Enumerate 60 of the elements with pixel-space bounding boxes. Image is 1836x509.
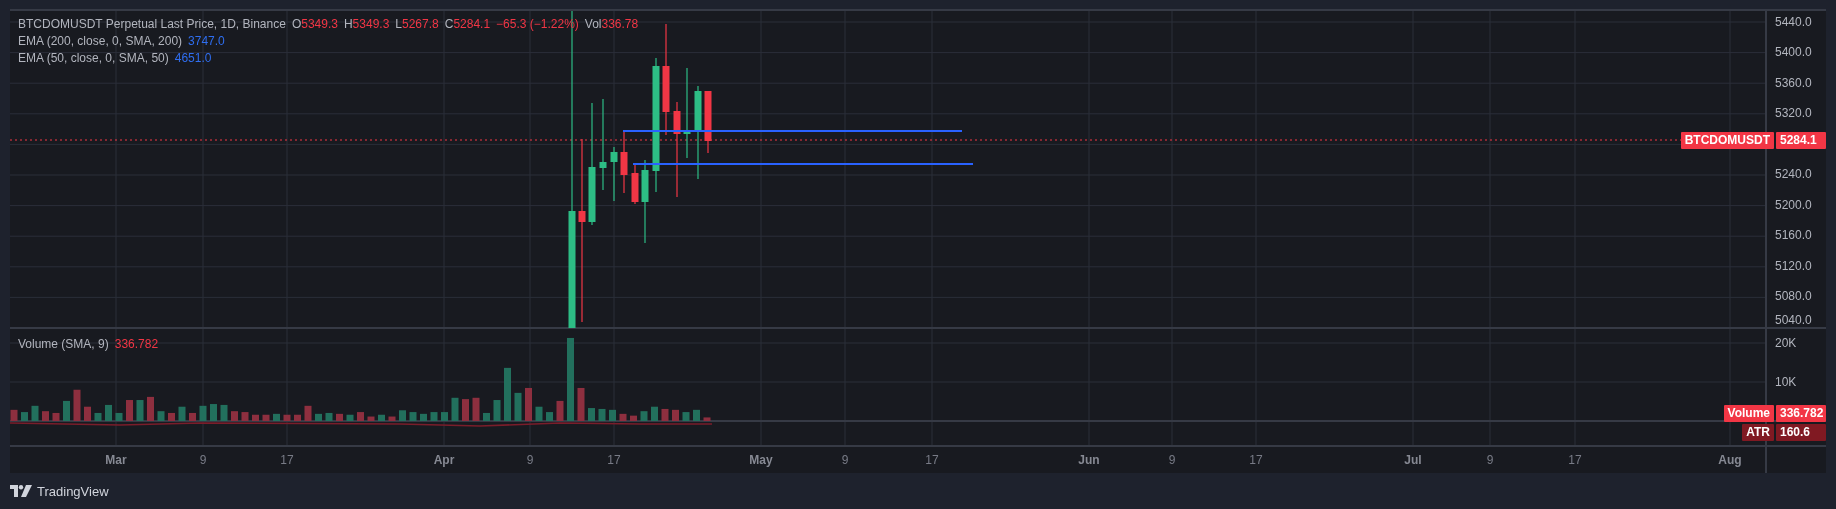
indicator-value: 336.782 [114,337,159,351]
axis-label: 5040.0 [1775,313,1812,327]
axis-label: 5440.0 [1775,15,1812,29]
axis-label: 17 [1568,453,1582,467]
axis-label: Apr [433,453,455,467]
indicator-value: 3747.0 [188,34,225,49]
axis-label: 5120.0 [1775,259,1812,273]
volume-value-tag: 336.782 [1776,405,1826,422]
axis-label: Jun [1078,453,1100,467]
axis-label: 9 [1168,453,1176,467]
indicator-value: 4651.0 [174,51,212,66]
candle [631,163,639,205]
axis-label: 9 [199,453,207,467]
axis-label: 17 [1249,453,1263,467]
ohlc-value: 5349.3 [352,17,390,32]
axis-label: 5320.0 [1775,106,1812,120]
axis-label: 5240.0 [1775,167,1812,181]
atr-tag: ATR [1742,424,1774,441]
atr-value-tag: 160.6 [1776,424,1826,441]
axis-label: 9 [841,453,849,467]
price-tag: 5284.1 [1776,132,1826,149]
axis-label: 20K [1775,336,1797,350]
axis-label: 17 [607,453,621,467]
axis-label: 10K [1775,375,1797,389]
axis-label: 17 [925,453,939,467]
axis-label: 5080.0 [1775,289,1812,303]
horizontal-line[interactable] [622,130,963,132]
axis-label: Jul [1404,453,1422,467]
axis-label: 9 [1486,453,1494,467]
symbol-tag: BTCDOMUSDT [1680,132,1774,149]
candle [704,90,712,154]
indicator-name: EMA (50, close, 0, SMA, 50) [18,51,169,66]
axis-label: 5400.0 [1775,45,1812,59]
candle [610,146,618,202]
symbol-title: BTCDOMUSDT Perpetual Last Price, 1D, Binance [18,17,286,32]
candle [620,130,628,194]
logo-icon [10,485,32,497]
axis-label: Mar [105,453,127,467]
axis-label: 9 [526,453,534,467]
horizontal-line[interactable] [632,163,974,165]
ohlc-label: L [395,17,402,32]
ohlc-label: O [291,17,302,32]
ohlc-label: H [343,17,353,32]
change-value: −65.3 (−1.22%) [496,17,579,32]
volume-label: Vol [584,17,602,32]
ohlc-value: 5349.3 [301,17,338,32]
ohlc-value: 5267.8 [402,17,439,32]
brand-name: TradingView [37,483,109,499]
volume-tag: Volume [1723,405,1774,422]
axis-label: 5160.0 [1775,228,1812,242]
ohlc-label: C [444,17,454,32]
axis-label: 5200.0 [1775,198,1812,212]
indicator-name: Volume (SMA, 9) [18,337,109,351]
axis-label: 5360.0 [1775,76,1812,90]
axis-label: May [749,453,773,467]
axis-label: Aug [1718,453,1742,467]
ohlc-value: 5284.1 [453,17,491,32]
indicator-name: EMA (200, close, 0, SMA, 200) [18,34,183,49]
axis-label: 17 [280,453,294,467]
volume-value: 336.78 [601,17,639,32]
